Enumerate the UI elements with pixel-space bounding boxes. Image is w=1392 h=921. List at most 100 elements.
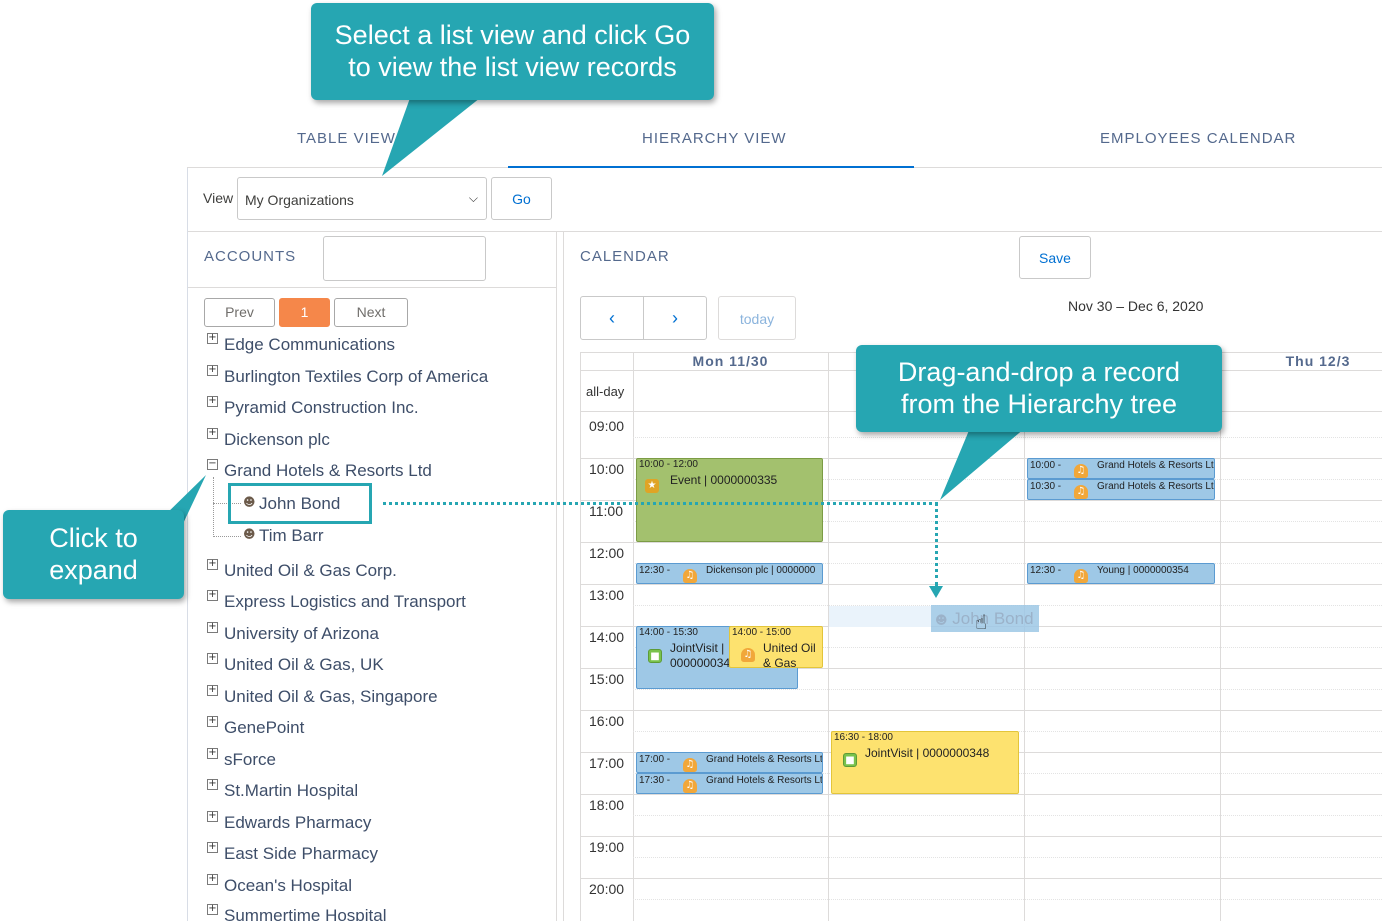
calendar-event[interactable]: 14:00 - 15:00 ♫ United Oil & Gas <box>729 626 823 668</box>
calendar-event[interactable]: 17:00 - ♫ Grand Hotels & Resorts Lt <box>636 752 823 773</box>
drag-path <box>383 502 938 505</box>
tree-item-label[interactable]: Summertime Hospital <box>224 906 387 921</box>
calendar-event[interactable]: 10:00 - 12:00 ★ Event | 0000000335 <box>636 458 823 542</box>
tree-item[interactable]: + Express Logistics and Transport <box>207 590 466 612</box>
tree-item[interactable]: + Dickenson plc <box>207 428 330 450</box>
grid-line <box>580 710 1382 711</box>
bell-icon: ♫ <box>683 758 697 772</box>
tree-item-label[interactable]: United Oil & Gas Corp. <box>224 561 397 580</box>
bell-icon: ♫ <box>683 779 697 793</box>
view-select[interactable]: My Organizations ⌵ <box>237 177 487 220</box>
tree-item-label[interactable]: Dickenson plc <box>224 430 330 449</box>
tree-item[interactable]: + United Oil & Gas Corp. <box>207 559 397 581</box>
tree-item[interactable]: + Summertime Hospital <box>207 904 387 921</box>
day-header: Thu 12/3 <box>1285 353 1351 369</box>
expand-icon[interactable]: + <box>207 653 218 664</box>
tree-item[interactable]: + Pyramid Construction Inc. <box>207 396 419 418</box>
chevron-down-icon: ⌵ <box>468 191 478 205</box>
tree-item[interactable]: + sForce <box>207 748 276 770</box>
tree-item-label[interactable]: Ocean's Hospital <box>224 876 352 895</box>
chevron-left-icon[interactable]: ‹ <box>580 296 644 340</box>
event-time: 14:00 - 15:00 <box>732 627 791 638</box>
go-button[interactable]: Go <box>491 177 552 220</box>
expand-icon[interactable]: + <box>207 559 218 570</box>
event-title: JointVisit | <box>670 641 725 655</box>
next-page-button[interactable]: Next <box>334 298 408 327</box>
event-subtitle: & Gas <box>763 656 797 668</box>
tree-item-label[interactable]: Pyramid Construction Inc. <box>224 398 419 417</box>
save-button[interactable]: Save <box>1019 236 1091 279</box>
divider <box>563 232 564 921</box>
tree-child-item[interactable]: ☻ Tim Barr <box>243 526 324 546</box>
tree-item[interactable]: + Edwards Pharmacy <box>207 811 371 833</box>
tree-item-label[interactable]: University of Arizona <box>224 624 379 643</box>
today-button[interactable]: today <box>718 296 796 340</box>
expand-icon[interactable]: + <box>207 874 218 885</box>
calendar-event[interactable]: 10:30 - ♫ Grand Hotels & Resorts Lt <box>1027 479 1215 500</box>
tree-item-label[interactable]: United Oil & Gas, UK <box>224 655 384 674</box>
tree-item[interactable]: + St.Martin Hospital <box>207 779 358 801</box>
callout-tail <box>940 428 1025 500</box>
tree-item-label[interactable]: Edge Communications <box>224 335 395 354</box>
chevron-right-icon[interactable]: › <box>643 296 707 340</box>
calendar-event[interactable]: 12:30 - ♫ Dickenson plc | 0000000 <box>636 563 823 584</box>
calendar-title: CALENDAR <box>580 248 670 265</box>
tree-item[interactable]: + University of Arizona <box>207 622 379 644</box>
current-page-button[interactable]: 1 <box>279 298 330 327</box>
tree-item-label[interactable]: Grand Hotels & Resorts Ltd <box>224 461 432 480</box>
expand-icon[interactable]: + <box>207 685 218 696</box>
drop-target-slot[interactable] <box>829 606 931 627</box>
tree-item-expanded[interactable]: − Grand Hotels & Resorts Ltd <box>207 459 432 481</box>
calendar-event[interactable]: 12:30 - ♫ Young | 0000000354 <box>1027 563 1215 584</box>
tree-item[interactable]: + Burlington Textiles Corp of America <box>207 365 488 387</box>
tab-hierarchy-view[interactable]: HIERARCHY VIEW <box>642 130 787 147</box>
expand-icon[interactable]: + <box>207 716 218 727</box>
expand-icon[interactable]: + <box>207 842 218 853</box>
expand-icon[interactable]: + <box>207 779 218 790</box>
tree-item[interactable]: + East Side Pharmacy <box>207 842 378 864</box>
tree-item[interactable]: + Ocean's Hospital <box>207 874 352 896</box>
calendar-event[interactable]: 10:00 - ♫ Grand Hotels & Resorts Lt <box>1027 458 1215 479</box>
view-select-value: My Organizations <box>245 192 354 208</box>
accounts-title: ACCOUNTS <box>204 248 297 265</box>
tree-item-label[interactable]: Edwards Pharmacy <box>224 813 371 832</box>
tree-item-label[interactable]: Burlington Textiles Corp of America <box>224 367 488 386</box>
expand-icon[interactable]: + <box>207 622 218 633</box>
expand-icon[interactable]: + <box>207 590 218 601</box>
tree-item[interactable]: + Edge Communications <box>207 333 395 355</box>
expand-icon[interactable]: + <box>207 333 218 344</box>
tree-item-label[interactable]: United Oil & Gas, Singapore <box>224 687 438 706</box>
accounts-search-input[interactable] <box>323 236 486 281</box>
time-label: 14:00 <box>589 629 625 645</box>
tree-item-label[interactable]: Express Logistics and Transport <box>224 592 466 611</box>
calendar-event[interactable]: 16:30 - 18:00 ■ JointVisit | 0000000348 <box>831 731 1019 794</box>
tree-item-label[interactable]: St.Martin Hospital <box>224 781 358 800</box>
collapse-icon[interactable]: − <box>207 459 218 470</box>
day-header: Mon 11/30 <box>692 353 769 369</box>
expand-icon[interactable]: + <box>207 396 218 407</box>
event-time: 12:30 - <box>639 565 671 576</box>
callout-text: expand <box>49 555 138 585</box>
tab-employees-calendar[interactable]: EMPLOYEES CALENDAR <box>1100 130 1296 147</box>
grid-half-line <box>633 689 1382 690</box>
expand-icon[interactable]: + <box>207 748 218 759</box>
event-time: 16:30 - 18:00 <box>834 732 893 743</box>
calendar-event[interactable]: 17:30 - ♫ Grand Hotels & Resorts Lt <box>636 773 823 794</box>
callout-right: Drag-and-drop a record from the Hierarch… <box>856 345 1222 432</box>
expand-icon[interactable]: + <box>207 904 218 915</box>
tree-item-label[interactable]: GenePoint <box>224 718 304 737</box>
tree-item[interactable]: + GenePoint <box>207 716 304 738</box>
tree-item[interactable]: + United Oil & Gas, UK <box>207 653 384 675</box>
allday-label: all-day <box>586 384 625 399</box>
callout-text: from the Hierarchy tree <box>900 389 1178 419</box>
expand-icon[interactable]: + <box>207 365 218 376</box>
tree-child-label[interactable]: Tim Barr <box>259 526 324 545</box>
tree-item-label[interactable]: sForce <box>224 750 276 769</box>
grid-line <box>580 584 1382 585</box>
tree-item-label[interactable]: East Side Pharmacy <box>224 844 378 863</box>
expand-icon[interactable]: + <box>207 811 218 822</box>
expand-icon[interactable]: + <box>207 428 218 439</box>
tree-item[interactable]: + United Oil & Gas, Singapore <box>207 685 438 707</box>
person-icon: ☻ <box>935 613 948 627</box>
prev-page-button[interactable]: Prev <box>204 298 275 327</box>
